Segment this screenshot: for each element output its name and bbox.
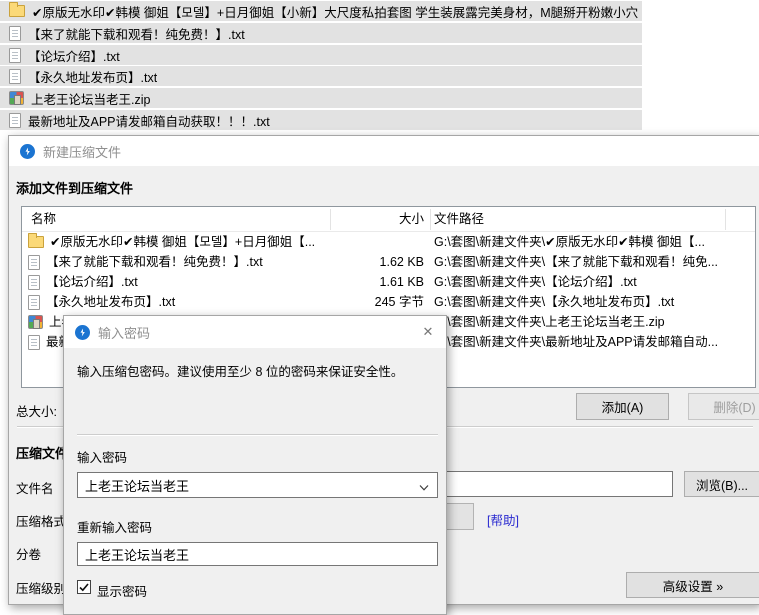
dialog-title: 新建压缩文件 [43, 142, 121, 161]
close-icon[interactable]: ✕ [414, 321, 442, 343]
file-name: 【来了就能下载和观看！纯免费！】.txt [46, 252, 263, 272]
password-hint-text: 输入压缩包密码。建议使用至少 8 位的密码来保证安全性。 [77, 361, 403, 380]
confirm-password-input[interactable] [77, 542, 438, 566]
explorer-file-list: ✔原版无水印✔韩模 御姐【모델】+日月御姐【小新】大尺度私拍套图 学生装展露完美… [0, 0, 642, 132]
file-list-item[interactable]: 【论坛介绍】.txt [0, 45, 642, 65]
volume-label: 分卷 [16, 544, 41, 563]
cell-size: 1.61 KB [328, 272, 424, 292]
column-header-path[interactable]: 文件路径 [434, 207, 484, 232]
column-header-size[interactable]: 大小 [328, 207, 424, 232]
cell-name: 【来了就能下载和观看！纯免费！】.txt [28, 252, 328, 272]
column-divider[interactable] [330, 209, 331, 230]
file-name: 【来了就能下载和观看！纯免费！】.txt [28, 24, 245, 43]
table-row[interactable]: 【论坛介绍】.txt 1.61 KB G:\套图\新建文件夹\【论坛介绍】.txt [22, 272, 755, 292]
show-password-checkbox[interactable] [77, 580, 91, 594]
new-archive-titlebar[interactable]: 新建压缩文件 [9, 136, 759, 166]
chevron-down-icon [419, 479, 429, 494]
cell-path: G:\套图\新建文件夹\上老王论坛当老王.zip [434, 312, 754, 332]
folder-icon [28, 236, 44, 248]
zip-icon [9, 91, 24, 105]
confirm-password-label: 重新输入密码 [77, 517, 152, 536]
cell-name: ✔原版无水印✔韩模 御姐【모델】+日月御姐【... [28, 232, 328, 252]
advanced-settings-button[interactable]: 高级设置 » [626, 572, 759, 598]
file-name: 【论坛介绍】.txt [28, 46, 120, 65]
cell-size: 245 字节 [328, 292, 424, 312]
browse-button[interactable]: 浏览(B)... [684, 471, 759, 497]
file-name: 最新地址及APP请发邮箱自动获取！！！.txt [28, 111, 270, 130]
table-row[interactable]: 【来了就能下载和观看！纯免费！】.txt 1.62 KB G:\套图\新建文件夹\【… [22, 252, 755, 272]
zip-icon [28, 315, 43, 329]
format-label: 压缩格式 [16, 511, 66, 530]
txt-icon [28, 295, 40, 310]
cell-name: 【永久地址发布页】.txt [28, 292, 328, 312]
txt-icon [28, 255, 40, 270]
cell-size [328, 232, 424, 252]
level-label: 压缩级别 [16, 578, 66, 597]
file-list-item[interactable]: 上老王论坛当老王.zip [0, 88, 642, 108]
table-row[interactable]: 【永久地址发布页】.txt 245 字节 G:\套图\新建文件夹\【永久地址发布页】… [22, 292, 755, 312]
password-titlebar[interactable]: 输入密码 [64, 316, 446, 348]
txt-icon [28, 275, 40, 290]
txt-icon [9, 48, 21, 63]
section-archive-header: 压缩文件 [16, 443, 68, 462]
cell-path: G:\套图\新建文件夹\✔原版无水印✔韩模 御姐【... [434, 232, 754, 252]
bandizip-app-icon [20, 144, 35, 159]
file-name: 上老王论坛当老王.zip [31, 89, 150, 108]
filename-label: 文件名 [16, 478, 54, 497]
password-label: 输入密码 [77, 447, 127, 466]
txt-icon [9, 113, 21, 128]
folder-icon [9, 5, 25, 17]
column-header-name[interactable]: 名称 [31, 207, 56, 232]
txt-icon [9, 69, 21, 84]
file-list-item[interactable]: 【永久地址发布页】.txt [0, 66, 642, 86]
table-header: 名称 大小 文件路径 [22, 207, 755, 232]
file-name: 【论坛介绍】.txt [46, 272, 138, 292]
txt-icon [9, 26, 21, 41]
add-button[interactable]: 添加(A) [576, 393, 669, 420]
cell-name: 【论坛介绍】.txt [28, 272, 328, 292]
password-value: 上老王论坛当老王 [85, 476, 189, 495]
dialog-title: 输入密码 [98, 323, 150, 342]
file-list-item[interactable]: 最新地址及APP请发邮箱自动获取！！！.txt [0, 110, 642, 130]
help-link[interactable]: [帮助] [487, 510, 519, 529]
section-divider [77, 434, 438, 436]
file-name: 【永久地址发布页】.txt [46, 292, 175, 312]
column-divider[interactable] [430, 209, 431, 230]
cell-size: 1.62 KB [328, 252, 424, 272]
enter-password-dialog: 输入密码 ✕ 输入压缩包密码。建议使用至少 8 位的密码来保证安全性。 输入密码… [63, 315, 447, 615]
cell-path: G:\套图\新建文件夹\【论坛介绍】.txt [434, 272, 754, 292]
delete-button[interactable]: 删除(D) [688, 393, 759, 420]
txt-icon [28, 335, 40, 350]
file-name: ✔原版无水印✔韩模 御姐【모델】+日月御姐【小新】大尺度私拍套图 学生装展露完美… [32, 2, 638, 21]
section-add-files-header: 添加文件到压缩文件 [16, 178, 133, 197]
file-list-item[interactable]: ✔原版无水印✔韩模 御姐【모델】+日月御姐【小新】大尺度私拍套图 学生装展露完美… [0, 1, 642, 21]
file-name: ✔原版无水印✔韩模 御姐【모델】+日月御姐【... [50, 232, 315, 252]
table-row[interactable]: ✔原版无水印✔韩模 御姐【모델】+日月御姐【... G:\套图\新建文件夹\✔原版… [22, 232, 755, 252]
password-combobox[interactable]: 上老王论坛当老王 [77, 472, 438, 498]
total-size-label: 总大小: [16, 401, 57, 420]
show-password-label: 显示密码 [97, 581, 147, 600]
cell-path: G:\套图\新建文件夹\【来了就能下载和观看！纯免... [434, 252, 754, 272]
cell-path: G:\套图\新建文件夹\最新地址及APP请发邮箱自动... [434, 332, 754, 352]
file-list-item[interactable]: 【来了就能下载和观看！纯免费！】.txt [0, 23, 642, 43]
column-divider[interactable] [725, 209, 726, 230]
file-name: 【永久地址发布页】.txt [28, 67, 157, 86]
cell-path: G:\套图\新建文件夹\【永久地址发布页】.txt [434, 292, 754, 312]
bandizip-app-icon [75, 325, 90, 340]
